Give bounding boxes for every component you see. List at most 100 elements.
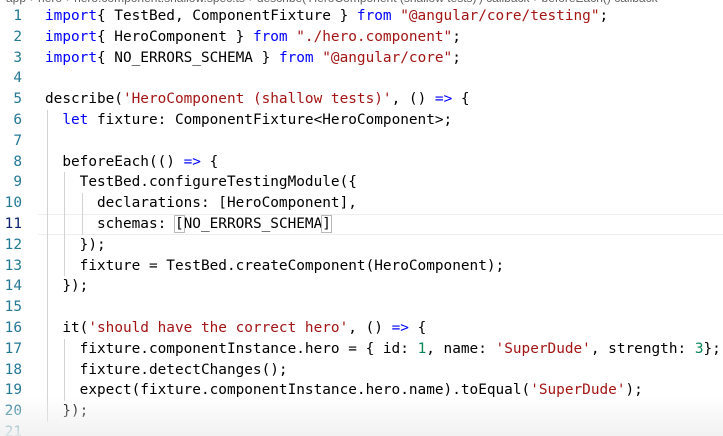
- code-token: 1: [417, 340, 427, 357]
- code-text: TestBed.configureTestingModule({: [45, 172, 357, 193]
- line-number: 2: [13, 28, 22, 45]
- code-token: from: [252, 28, 288, 45]
- code-token: fixture: ComponentFixture<HeroComponent>…: [88, 111, 453, 128]
- code-line[interactable]: 15: [0, 297, 723, 318]
- code-token: let: [62, 111, 89, 128]
- breadcrumb-separator-icon: ›: [66, 0, 70, 5]
- code-token: });: [45, 278, 89, 295]
- line-number: 18: [4, 361, 22, 378]
- line-number: 3: [13, 49, 22, 66]
- code-token: it(: [45, 319, 89, 336]
- code-token: fixture = TestBed.createComponent(HeroCo…: [45, 257, 505, 274]
- code-token: import: [45, 8, 97, 24]
- code-token: 'SuperDude': [495, 340, 591, 357]
- code-token: , name:: [426, 340, 496, 357]
- code-token: ;: [452, 49, 461, 66]
- code-token: ]: [321, 214, 332, 233]
- line-number: 5: [13, 91, 22, 108]
- code-token: };: [703, 340, 721, 357]
- code-token: });: [45, 236, 106, 253]
- code-text: declarations: [HeroComponent],: [45, 193, 357, 214]
- code-line[interactable]: 18 fixture.detectChanges();: [0, 360, 723, 381]
- code-token: "@angular/core": [322, 49, 453, 66]
- code-text: beforeEach(() => {: [45, 152, 218, 173]
- code-text: it('should have the correct hero', () =>…: [45, 318, 426, 339]
- breadcrumb-item[interactable]: app: [6, 0, 26, 5]
- code-area[interactable]: 1 import{ TestBed, ComponentFixture } fro…: [0, 6, 723, 436]
- code-token: { TestBed, ComponentFixture }: [96, 8, 357, 24]
- code-token: 'HeroComponent (shallow tests)': [122, 91, 392, 108]
- code-line[interactable]: 2 import{ HeroComponent } from "./hero.co…: [0, 27, 723, 48]
- code-token: TestBed.configureTestingModule({: [45, 174, 357, 191]
- code-token: NO_ERRORS_SCHEMA: [183, 215, 323, 232]
- line-number: 16: [4, 319, 22, 336]
- code-token: "./hero.component": [296, 28, 453, 45]
- code-editor[interactable]: app › hero › hero.component.shallow.spec.ts ›…: [0, 0, 723, 436]
- code-text: import{ NO_ERRORS_SCHEMA } from "@angula…: [45, 48, 461, 69]
- code-token: {: [408, 319, 427, 336]
- code-token: 'should have the correct hero': [88, 319, 349, 336]
- code-token: import: [45, 28, 97, 45]
- line-number: 7: [13, 132, 22, 149]
- indent-guide: [47, 110, 48, 422]
- code-line[interactable]: 8 beforeEach(() => {: [0, 152, 723, 173]
- code-text: schemas: [NO_ERRORS_SCHEMA]: [45, 214, 332, 235]
- line-number: 12: [4, 236, 22, 253]
- code-text: import{ HeroComponent } from "./hero.com…: [45, 27, 461, 48]
- code-token: { NO_ERRORS_SCHEMA }: [96, 49, 279, 66]
- code-line[interactable]: 12 });: [0, 235, 723, 256]
- code-text: fixture.detectChanges();: [45, 360, 288, 381]
- code-line[interactable]: 13 fixture = TestBed.createComponent(Her…: [0, 256, 723, 277]
- code-token: declarations: [HeroComponent],: [45, 195, 357, 212]
- line-number: 17: [4, 340, 22, 357]
- code-text: });: [45, 276, 88, 297]
- line-number: 14: [4, 278, 22, 295]
- code-token: =>: [183, 153, 201, 170]
- code-line[interactable]: 11 schemas: [NO_ERRORS_SCHEMA]: [0, 213, 723, 235]
- code-line[interactable]: 17 fixture.componentInstance.hero = { id…: [0, 339, 723, 360]
- code-line[interactable]: 3 import{ NO_ERRORS_SCHEMA } from "@angul…: [0, 48, 723, 69]
- code-text: });: [45, 235, 106, 256]
- code-line[interactable]: 6 let fixture: ComponentFixture<HeroComp…: [0, 110, 723, 131]
- indent-guide: [64, 172, 66, 277]
- code-token: , strength:: [590, 340, 695, 357]
- line-number: 9: [13, 174, 22, 191]
- code-line[interactable]: 10 declarations: [HeroComponent],: [0, 193, 723, 214]
- code-line[interactable]: 5 describe('HeroComponent (shallow tests)…: [0, 89, 723, 110]
- code-line[interactable]: 7: [0, 131, 723, 152]
- code-text: fixture.componentInstance.hero = { id: 1…: [45, 339, 721, 360]
- code-token: =>: [434, 91, 453, 108]
- line-number: 13: [4, 257, 22, 274]
- code-token: , (): [348, 319, 392, 336]
- code-token: describe(: [45, 91, 123, 108]
- code-token: , (): [391, 91, 435, 108]
- breadcrumb-separator-icon: ›: [30, 0, 34, 5]
- code-token: 3: [694, 340, 704, 357]
- breadcrumb-item[interactable]: describe('HeroComponent (shallow tests)'…: [257, 0, 530, 5]
- code-text: let fixture: ComponentFixture<HeroCompon…: [45, 110, 452, 131]
- code-line[interactable]: 16 it('should have the correct hero', ()…: [0, 318, 723, 339]
- indent-guide: [81, 193, 83, 235]
- breadcrumb: app › hero › hero.component.shallow.spec.ts ›…: [0, 0, 723, 5]
- code-token: "@angular/core/testing": [400, 8, 600, 24]
- breadcrumb-item[interactable]: hero.component.shallow.spec.ts: [74, 0, 245, 5]
- code-token: import: [45, 49, 97, 66]
- code-text: fixture = TestBed.createComponent(HeroCo…: [45, 256, 505, 277]
- indent-guide: [64, 338, 66, 402]
- code-token: fixture.componentInstance.hero = { id:: [45, 340, 418, 357]
- code-line[interactable]: 9 TestBed.configureTestingModule({: [0, 172, 723, 193]
- breadcrumb-item[interactable]: hero: [38, 0, 62, 5]
- code-token: from: [278, 49, 314, 66]
- breadcrumb-item[interactable]: beforeEach() callback: [542, 0, 658, 5]
- breadcrumb-separator-icon: ›: [534, 0, 538, 5]
- breadcrumb-separator-icon: ›: [249, 0, 253, 5]
- code-line[interactable]: 1 import{ TestBed, ComponentFixture } fro…: [0, 6, 723, 27]
- code-line[interactable]: 14 });: [0, 276, 723, 297]
- code-line[interactable]: 4: [0, 68, 723, 89]
- code-token: from: [356, 8, 392, 24]
- code-token: ;: [452, 28, 461, 45]
- code-token: {: [200, 153, 219, 170]
- code-token: { HeroComponent }: [96, 28, 253, 45]
